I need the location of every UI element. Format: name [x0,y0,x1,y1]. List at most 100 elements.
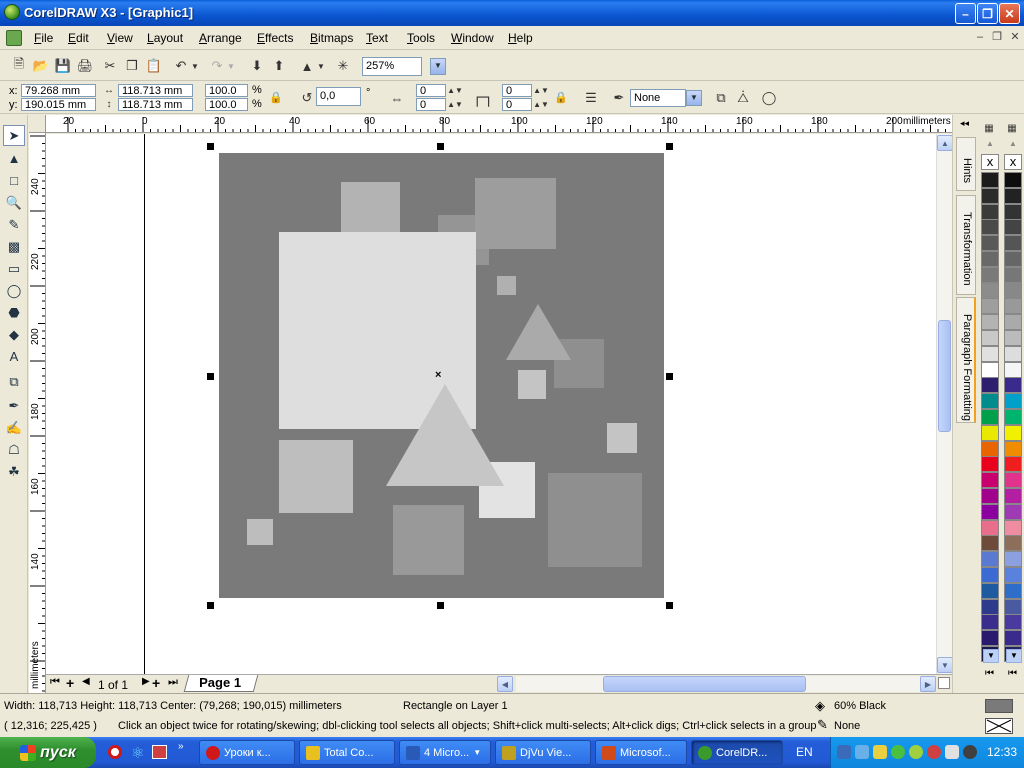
drawing-canvas[interactable]: × [46,134,936,674]
paragraph-formatting-docker-tab[interactable]: Paragraph Formatting [956,297,976,423]
color-swatch[interactable] [981,582,999,599]
volume-tray-icon[interactable] [963,745,977,759]
color-swatch[interactable] [1004,582,1022,599]
add-page-before-icon[interactable]: + [66,675,74,691]
view-navigator-icon[interactable] [938,677,950,689]
scroll-up-button[interactable]: ▲ [937,135,953,151]
undo-dropdown-icon[interactable]: ▼ [190,57,200,75]
palette-scroll-down-icon[interactable]: ▼ [1006,649,1022,663]
color-swatch[interactable] [1004,488,1022,504]
paste-icon[interactable]: 📋 [145,57,163,75]
print-icon[interactable]: 🖨 [76,57,94,75]
taskbar-item[interactable]: Total Co... [299,740,395,765]
menu-bitmaps[interactable]: Bitmaps [310,31,353,45]
next-page-icon[interactable]: ▶ [142,676,150,687]
color-swatch[interactable] [1004,567,1022,583]
color-swatch[interactable] [981,172,999,188]
open-icon[interactable]: 📂 [32,57,50,75]
taskbar-item[interactable]: Microsof... [595,740,687,765]
no-color-swatch[interactable]: x [1004,154,1022,170]
color-swatch[interactable] [1004,203,1022,220]
menu-layout[interactable]: Layout [147,31,183,45]
scale-x-field[interactable]: 100.0 [205,84,248,97]
tray-icon[interactable] [945,745,959,759]
palette-menu-icon[interactable]: ▦ [981,121,997,135]
doc-close-button[interactable]: ✕ [1007,30,1023,44]
redo-icon[interactable]: ↷ [208,57,226,75]
interactive-fill-tool-icon[interactable]: ☘ [3,461,25,482]
rectangle-shape[interactable] [475,178,556,249]
export-icon[interactable]: ⬆ [270,57,288,75]
selection-handle[interactable] [207,373,214,380]
color-swatch[interactable] [1004,598,1022,615]
color-swatch[interactable] [1004,424,1022,441]
freehand-tool-icon[interactable]: ✎ [3,214,25,235]
selection-handle[interactable] [207,143,214,150]
outline-tool-icon[interactable]: ✍ [3,417,25,438]
color-swatch[interactable] [981,519,999,536]
color-swatch[interactable] [981,203,999,220]
ruler-origin[interactable] [29,115,46,133]
tray-icon[interactable] [927,745,941,759]
color-swatch[interactable] [981,535,999,552]
menu-file[interactable]: File [34,31,53,45]
zoom-tool-icon[interactable]: 🔍 [3,192,25,213]
spinner-icon[interactable]: ▲▼ [447,84,463,97]
color-swatch[interactable] [981,330,999,346]
close-button[interactable]: ✕ [999,3,1020,24]
y-position-field[interactable]: 190.015 mm [21,98,96,111]
rectangle-shape[interactable] [497,276,516,295]
color-swatch[interactable] [1004,440,1022,457]
outline-width-dropdown-icon[interactable]: ▼ [686,90,702,106]
color-swatch[interactable] [981,235,999,252]
basic-shapes-tool-icon[interactable]: ◆ [3,324,25,345]
save-icon[interactable]: 💾 [54,57,72,75]
language-indicator[interactable]: EN [796,745,813,759]
new-icon[interactable]: 🗎 [10,56,28,75]
selection-handle[interactable] [207,602,214,609]
color-swatch[interactable] [981,488,999,504]
color-swatch[interactable] [981,314,999,331]
start-button[interactable]: пуск [0,737,96,768]
opera-quicklaunch-icon[interactable] [108,745,122,759]
color-swatch[interactable] [1004,172,1022,188]
color-swatch[interactable] [1004,503,1022,520]
color-swatch[interactable] [981,440,999,457]
horizontal-scroll-thumb[interactable] [603,676,806,692]
color-swatch[interactable] [1004,298,1022,315]
color-swatch[interactable] [981,551,999,568]
color-swatch[interactable] [1004,219,1022,236]
x-position-field[interactable]: 79.268 mm [21,84,96,97]
no-color-swatch[interactable]: x [981,154,999,170]
selection-handle[interactable] [666,373,673,380]
color-swatch[interactable] [981,567,999,583]
doc-restore-button[interactable]: ❐ [989,30,1005,44]
color-swatch[interactable] [981,456,999,473]
color-swatch[interactable] [1004,393,1022,410]
color-swatch[interactable] [981,598,999,615]
scroll-down-button[interactable]: ▼ [937,657,953,673]
to-front-icon[interactable]: ⧉ [712,89,730,107]
color-swatch[interactable] [1004,266,1022,283]
color-swatch[interactable] [1004,409,1022,425]
launcher-dropdown-icon[interactable]: ▼ [316,57,326,75]
docker-collapse-icon[interactable]: ◂◂ [960,118,969,129]
width-field[interactable]: 118.713 mm [118,84,193,97]
color-swatch[interactable] [1004,314,1022,331]
mirror-horizontal-icon[interactable]: ⇔ [388,89,406,107]
document-icon[interactable] [6,30,22,46]
color-swatch[interactable] [981,282,999,299]
interactive-blend-tool-icon[interactable]: ⧉ [3,371,25,392]
ellipse-tool-icon[interactable]: ◯ [3,280,25,301]
color-swatch[interactable] [981,266,999,283]
restore-button[interactable]: ❐ [977,3,998,24]
color-swatch[interactable] [981,298,999,315]
quicklaunch-expand-icon[interactable]: » [178,741,184,752]
first-page-icon[interactable]: ⏮ [50,676,60,689]
color-swatch[interactable] [1004,377,1022,394]
color-swatch[interactable] [1004,235,1022,252]
security-shield-tray-icon[interactable] [873,745,887,759]
add-page-after-icon[interactable]: + [152,675,160,691]
taskbar-item[interactable]: DjVu Vie... [495,740,591,765]
shape-tool-icon[interactable]: ▲ [3,148,25,169]
